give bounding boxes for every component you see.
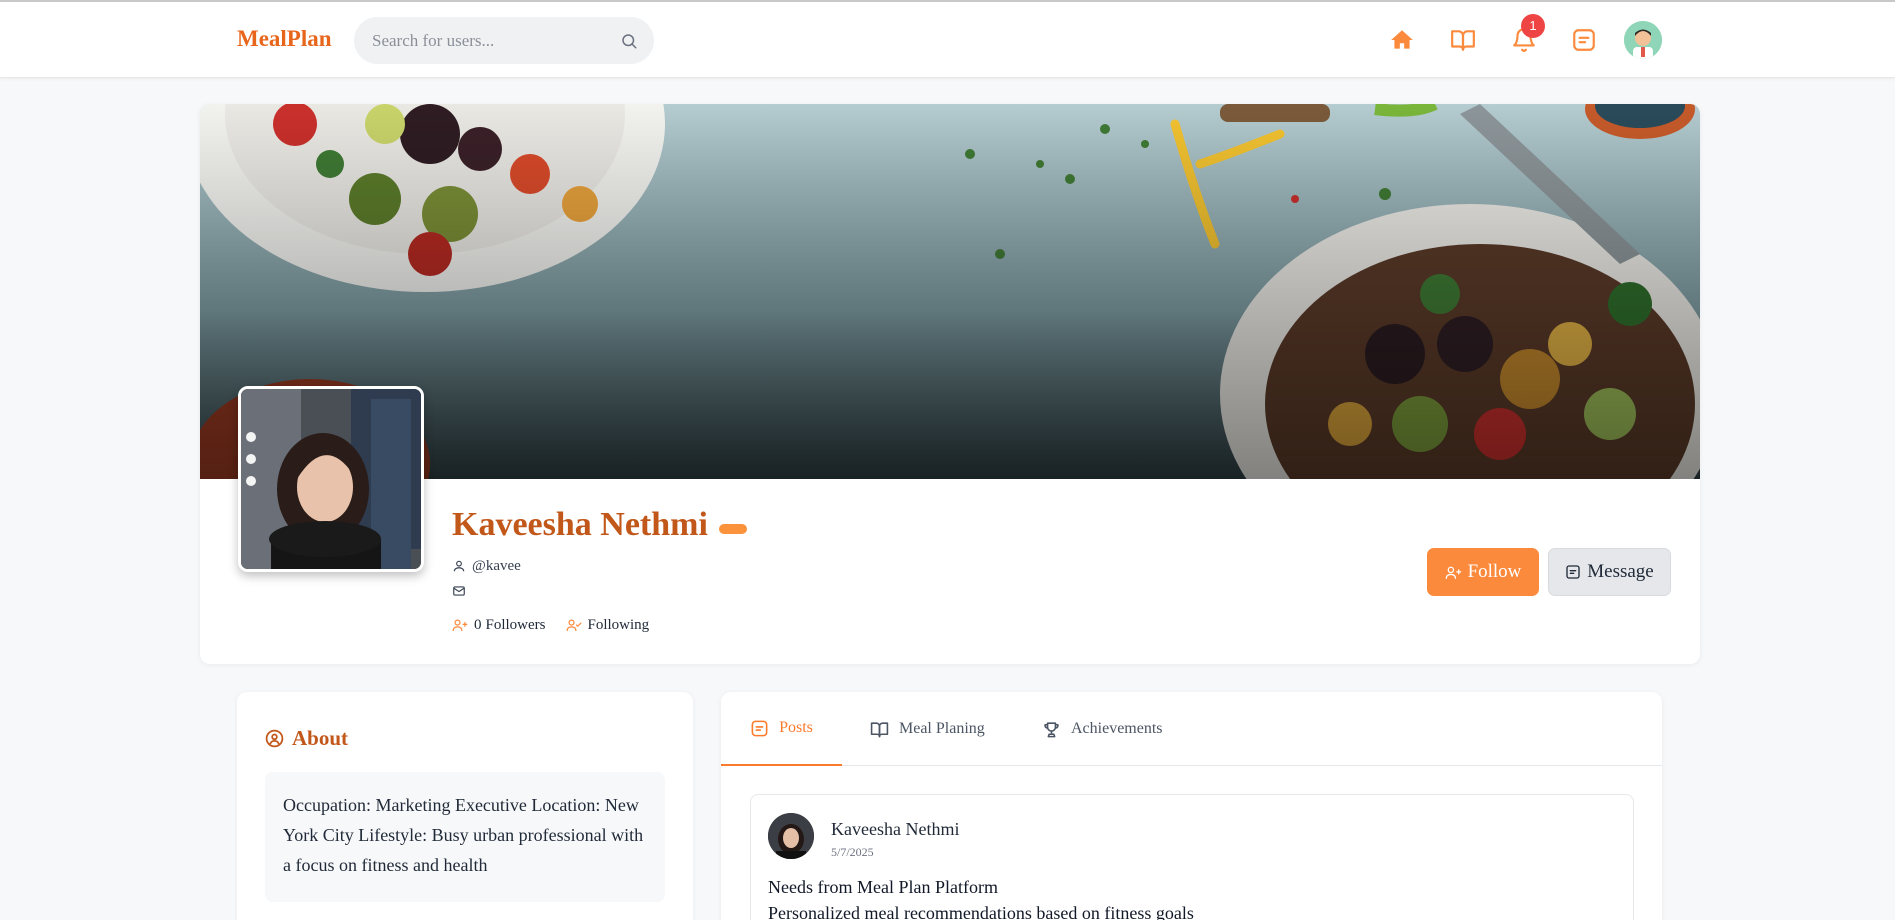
book-icon bbox=[870, 721, 889, 737]
user-plus-icon bbox=[1445, 566, 1461, 579]
email-line bbox=[452, 581, 466, 601]
post-author-avatar[interactable] bbox=[768, 813, 814, 859]
about-title: About bbox=[292, 726, 349, 750]
cover-photo bbox=[200, 104, 1700, 479]
user-plus-icon bbox=[452, 619, 468, 632]
tab-posts[interactable]: Posts bbox=[721, 692, 842, 766]
username: @kavee bbox=[472, 557, 521, 574]
notification-badge: 1 bbox=[1521, 14, 1545, 38]
avatar-photo bbox=[768, 813, 814, 859]
post-title: Needs from Meal Plan Platform bbox=[768, 877, 998, 897]
search-icon[interactable] bbox=[620, 32, 638, 50]
trophy-icon bbox=[1044, 721, 1059, 737]
status-pill bbox=[719, 524, 747, 534]
tab-achievements-label: Achievements bbox=[1071, 720, 1163, 737]
user-icon bbox=[453, 560, 465, 572]
profile-photo-image bbox=[241, 389, 421, 569]
profile-name: Kaveesha Nethmi bbox=[452, 506, 708, 543]
post-text: Personalized meal recommendations based … bbox=[768, 903, 1194, 920]
about-text: Occupation: Marketing Executive Location… bbox=[265, 772, 665, 902]
follow-button[interactable]: Follow bbox=[1427, 548, 1539, 596]
tab-posts-label: Posts bbox=[779, 719, 813, 736]
user-check-icon bbox=[566, 619, 581, 632]
message-button[interactable]: Message bbox=[1548, 548, 1671, 596]
post-author-name[interactable]: Kaveesha Nethmi bbox=[831, 819, 959, 840]
message-square-icon[interactable] bbox=[1571, 27, 1597, 53]
profile-photo[interactable] bbox=[238, 386, 424, 572]
mail-icon bbox=[453, 586, 465, 596]
tab-meal-planing-label: Meal Planing bbox=[899, 720, 985, 737]
message-square-icon bbox=[1566, 565, 1580, 579]
about-heading: About bbox=[265, 726, 348, 751]
tab-achievements[interactable]: Achievements bbox=[1042, 692, 1163, 766]
following-label: Following bbox=[587, 616, 650, 633]
home-icon[interactable] bbox=[1389, 27, 1415, 53]
about-card: About Occupation: Marketing Executive Lo… bbox=[237, 692, 693, 920]
cover-image bbox=[200, 104, 1700, 479]
user-search[interactable] bbox=[354, 17, 654, 64]
posts-icon bbox=[751, 720, 768, 736]
post-date: 5/7/2025 bbox=[831, 845, 874, 859]
avatar-illustration bbox=[1624, 21, 1662, 59]
brand-logo[interactable]: MealPlan bbox=[237, 26, 332, 52]
followers-label: Followers bbox=[485, 616, 546, 633]
follow-stats: 0 Followers Following bbox=[452, 615, 669, 635]
feed-panel: Posts Meal Planing Achievements Kaveesha… bbox=[721, 692, 1662, 920]
follow-label: Follow bbox=[1467, 561, 1522, 582]
followers-stat[interactable]: 0 Followers bbox=[452, 617, 546, 634]
profile-tabs: Posts Meal Planing Achievements bbox=[721, 692, 1662, 766]
message-label: Message bbox=[1587, 561, 1654, 582]
post-card[interactable]: Kaveesha Nethmi 5/7/2025 Needs from Meal… bbox=[750, 794, 1634, 920]
book-icon[interactable] bbox=[1450, 27, 1476, 53]
following-stat[interactable]: Following bbox=[566, 616, 650, 634]
top-navbar: MealPlan 1 bbox=[0, 2, 1895, 78]
username-line: @kavee bbox=[452, 556, 521, 576]
tab-meal-planing[interactable]: Meal Planing bbox=[870, 692, 985, 766]
user-circle-icon bbox=[265, 729, 284, 748]
followers-count: 0 bbox=[474, 616, 482, 633]
search-input[interactable] bbox=[372, 17, 612, 64]
user-avatar[interactable] bbox=[1624, 21, 1662, 59]
